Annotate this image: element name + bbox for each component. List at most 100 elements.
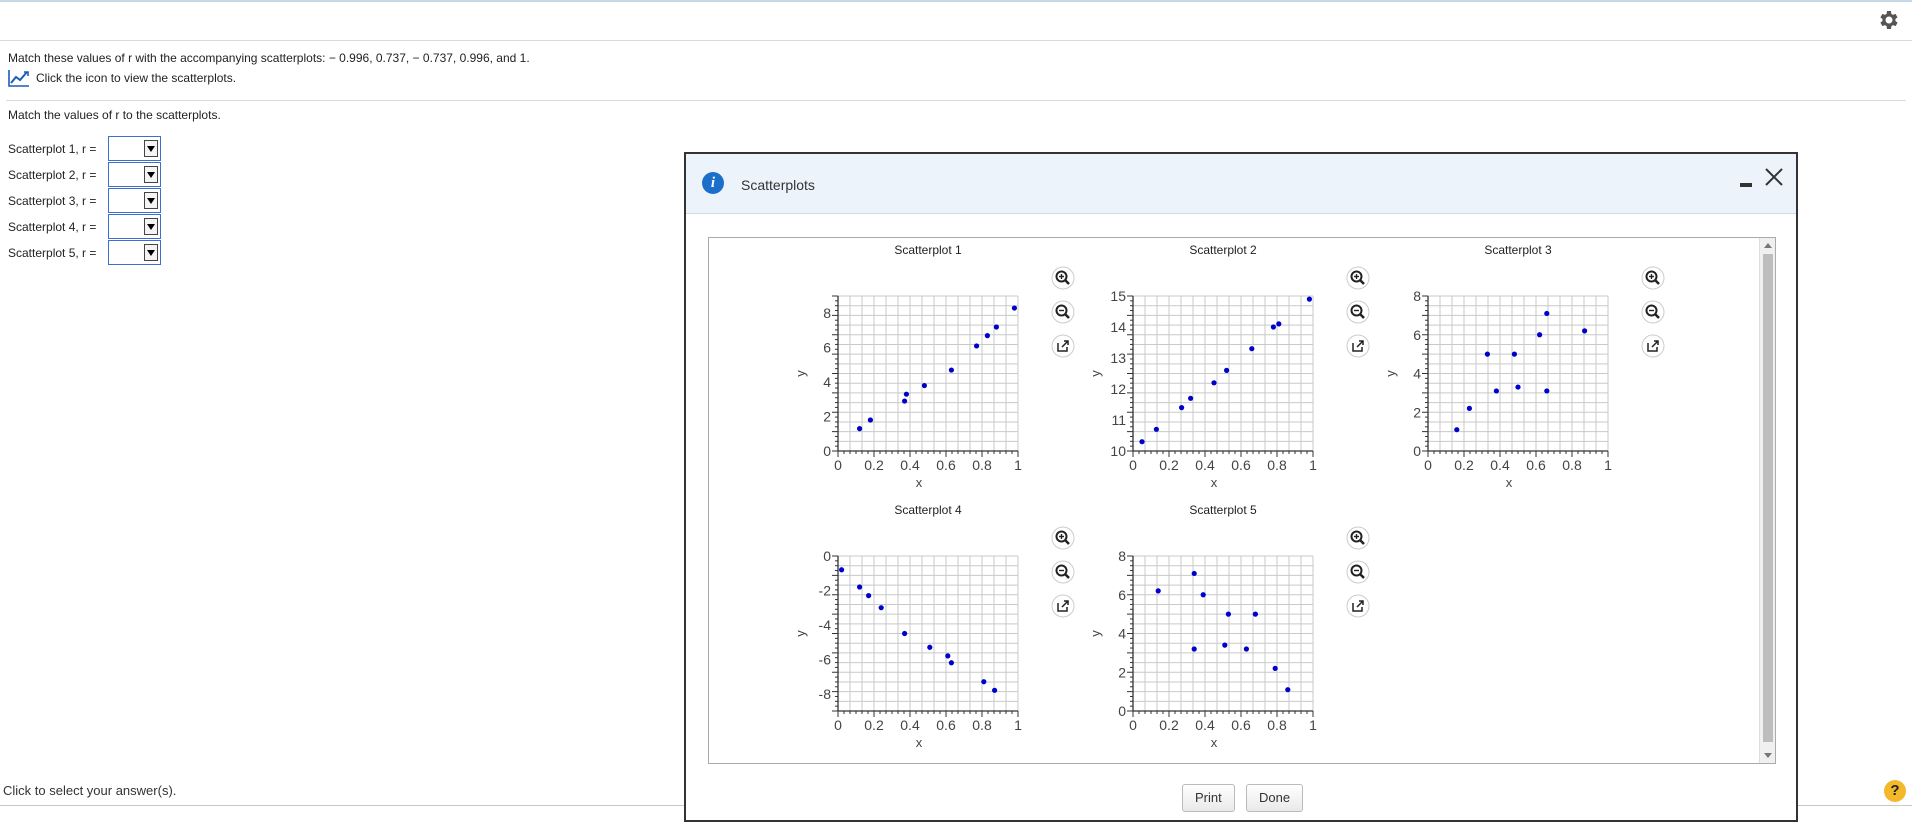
data-point	[1191, 570, 1197, 577]
y-tick-label: 8	[1413, 288, 1421, 304]
y-tick-label: 2	[1413, 404, 1421, 420]
minimize-button[interactable]	[1735, 174, 1757, 192]
x-axis-label: x	[1211, 735, 1218, 750]
r-value-dropdown-4[interactable]	[108, 214, 161, 239]
print-button[interactable]: Print	[1182, 784, 1235, 812]
top-border	[0, 0, 1912, 2]
data-point	[1515, 384, 1521, 390]
y-tick-label: 10	[1110, 443, 1126, 459]
r-value-dropdown-2[interactable]	[108, 162, 161, 187]
data-point	[974, 343, 980, 349]
x-tick-label: 1	[1014, 717, 1022, 733]
zoom-in-icon[interactable]	[1346, 266, 1370, 290]
zoom-out-icon[interactable]	[1346, 300, 1370, 324]
data-point	[1511, 351, 1517, 357]
y-axis-label: y	[1383, 370, 1398, 377]
done-button[interactable]: Done	[1246, 784, 1304, 812]
y-tick-label: 0	[1118, 703, 1126, 719]
external-link-icon[interactable]	[1641, 334, 1665, 358]
x-tick-label: 0.6	[1526, 457, 1546, 473]
y-tick-label: 6	[1413, 327, 1421, 343]
chart-title: Scatterplot 2	[1189, 243, 1257, 257]
x-tick-label: 0	[834, 457, 842, 473]
external-link-icon[interactable]	[1051, 334, 1075, 358]
data-point	[866, 593, 872, 599]
data-point	[945, 653, 951, 659]
scatterplot-1: Scatterplot 1 0 0.2 0.4 0.6 0.8 1 0 2 4 6 8 x y	[793, 243, 1075, 490]
select-answer-hint: Click to select your answer(s).	[3, 783, 177, 798]
zoom-out-icon[interactable]	[1346, 560, 1370, 584]
data-point	[1285, 687, 1291, 693]
close-icon[interactable]	[1761, 164, 1787, 190]
y-tick-label: 12	[1110, 381, 1126, 397]
scroll-thumb[interactable]	[1763, 254, 1773, 742]
data-point	[903, 391, 909, 397]
y-tick-label: 6	[823, 340, 831, 356]
icon-hint-text: Click the icon to view the scatterplots.	[36, 71, 237, 85]
x-tick-label: 0.2	[864, 457, 884, 473]
chevron-down-icon[interactable]	[144, 244, 158, 261]
y-tick-label: 11	[1111, 412, 1126, 428]
y-tick-label: 4	[1118, 626, 1126, 642]
answer-label: Scatterplot 1, r =	[8, 141, 97, 156]
x-tick-label: 0.2	[1159, 717, 1179, 733]
view-scatterplots-link[interactable]: Click the icon to view the scatterplots.	[8, 69, 236, 87]
zoom-in-icon[interactable]	[1641, 266, 1665, 290]
x-tick-label: 0.6	[936, 457, 956, 473]
zoom-out-icon[interactable]	[1641, 300, 1665, 324]
line-chart-icon[interactable]	[8, 69, 30, 87]
data-point	[1224, 367, 1230, 373]
x-axis-label: x	[916, 475, 923, 490]
chart-title: Scatterplot 3	[1484, 243, 1552, 257]
scroll-down-icon[interactable]	[1764, 753, 1772, 758]
question-text: Match these values of r with the accompa…	[8, 51, 530, 65]
y-tick-label: 13	[1110, 350, 1126, 366]
r-value-dropdown-3[interactable]	[108, 188, 161, 213]
x-tick-label: 0.4	[1195, 717, 1215, 733]
scroll-up-icon[interactable]	[1764, 243, 1772, 248]
answer-row-1: Scatterplot 1, r =	[8, 136, 161, 161]
gear-icon[interactable]	[1877, 8, 1901, 32]
x-tick-label: 0.2	[1454, 457, 1474, 473]
y-tick-label: 15	[1110, 288, 1126, 304]
data-point	[1582, 328, 1588, 334]
answer-label: Scatterplot 4, r =	[8, 219, 97, 234]
external-link-icon[interactable]	[1346, 594, 1370, 618]
scatterplots-canvas: Scatterplot 10 0.2 0.4 0.6 0.8 102468xyScatte…	[793, 243, 1665, 750]
help-icon[interactable]: ?	[1884, 780, 1906, 802]
r-value-dropdown-1[interactable]	[108, 136, 161, 161]
x-tick-label: 0.8	[1267, 717, 1287, 733]
chart-title: Scatterplot 4	[894, 503, 962, 517]
chevron-down-icon[interactable]	[144, 166, 158, 183]
zoom-out-icon[interactable]	[1051, 560, 1075, 584]
zoom-in-icon[interactable]	[1051, 266, 1075, 290]
scrollbar[interactable]	[1759, 238, 1775, 763]
zoom-out-icon[interactable]	[1051, 300, 1075, 324]
data-point	[981, 679, 987, 685]
data-point	[1225, 611, 1231, 617]
data-point	[1153, 426, 1159, 432]
chevron-down-icon[interactable]	[144, 218, 158, 235]
x-tick-label: 0.6	[1231, 457, 1251, 473]
x-axis-label: x	[1506, 475, 1513, 490]
external-link-icon[interactable]	[1346, 334, 1370, 358]
scatterplot-2: Scatterplot 2 0 0.2 0.4 0.6 0.8 1 10 11 12 13 14 15 x…	[1088, 243, 1370, 490]
chevron-down-icon[interactable]	[144, 140, 158, 157]
r-value-dropdown-5[interactable]	[108, 240, 161, 265]
chevron-down-icon[interactable]	[144, 192, 158, 209]
x-tick-label: 0.2	[864, 717, 884, 733]
data-point	[921, 382, 927, 389]
data-point	[1306, 296, 1312, 302]
y-axis-label: y	[1088, 370, 1103, 377]
zoom-in-icon[interactable]	[1051, 526, 1075, 550]
data-point	[1222, 642, 1228, 648]
external-link-icon[interactable]	[1051, 594, 1075, 618]
x-tick-label: 0.2	[1159, 457, 1179, 473]
data-point	[1493, 388, 1499, 394]
y-tick-label: 0	[1413, 443, 1421, 459]
data-point	[1243, 646, 1249, 652]
data-point	[1544, 388, 1550, 394]
x-tick-label: 0	[1129, 717, 1137, 733]
x-axis-label: x	[916, 735, 923, 750]
zoom-in-icon[interactable]	[1346, 526, 1370, 550]
